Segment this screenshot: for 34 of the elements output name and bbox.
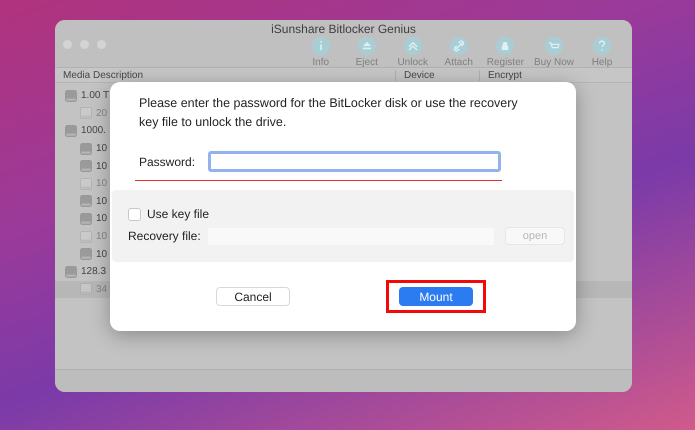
cart-icon [544, 37, 563, 55]
dialog-message: Please enter the password for the BitLocker disk or use the recovery key file to unlock the drive. [138, 95, 519, 131]
checkbox-label: Use key file [147, 207, 210, 221]
toolbar-button[interactable]: Help [584, 37, 620, 68]
eject-icon [358, 37, 376, 55]
disk-label[interactable]: 10 [96, 143, 108, 154]
disk-label[interactable]: 128.3 [81, 266, 106, 278]
mount-button[interactable]: Mount [399, 287, 473, 306]
column-header[interactable]: Encrypt [479, 70, 522, 80]
disk-label[interactable]: 1.00 T [81, 90, 110, 102]
register-icon [496, 37, 514, 55]
disk-label[interactable]: 1000. [81, 125, 106, 136]
window-title: iSunshare Bitlocker Genius [270, 21, 417, 36]
toolbar-button[interactable]: Buy Now [534, 37, 574, 68]
disk-label[interactable]: 10 [96, 213, 108, 224]
attach-icon [450, 37, 468, 55]
password-label: Password: [139, 154, 196, 168]
disk-label[interactable]: 10 [96, 248, 108, 260]
info-icon [312, 37, 330, 55]
toolbar-button[interactable]: Unlock [394, 37, 431, 68]
toolbar-button[interactable]: Register [486, 37, 524, 68]
column-header[interactable]: Device [395, 70, 479, 80]
cancel-button[interactable]: Cancel [216, 287, 290, 306]
column-header[interactable]: Media Description [55, 70, 395, 80]
unlock-icon [404, 37, 422, 55]
toolbar-button[interactable]: Info [302, 37, 339, 68]
help-icon [593, 37, 611, 55]
disk-label[interactable]: 10 [96, 160, 108, 172]
checkbox[interactable] [128, 208, 141, 220]
disk-label[interactable]: 10 [96, 196, 108, 207]
password-field[interactable] [208, 151, 501, 172]
toolbar-button[interactable]: Attach [440, 37, 477, 68]
toolbar-button[interactable]: Eject [348, 37, 385, 68]
recovery-file-label: Recovery file: [128, 229, 202, 243]
